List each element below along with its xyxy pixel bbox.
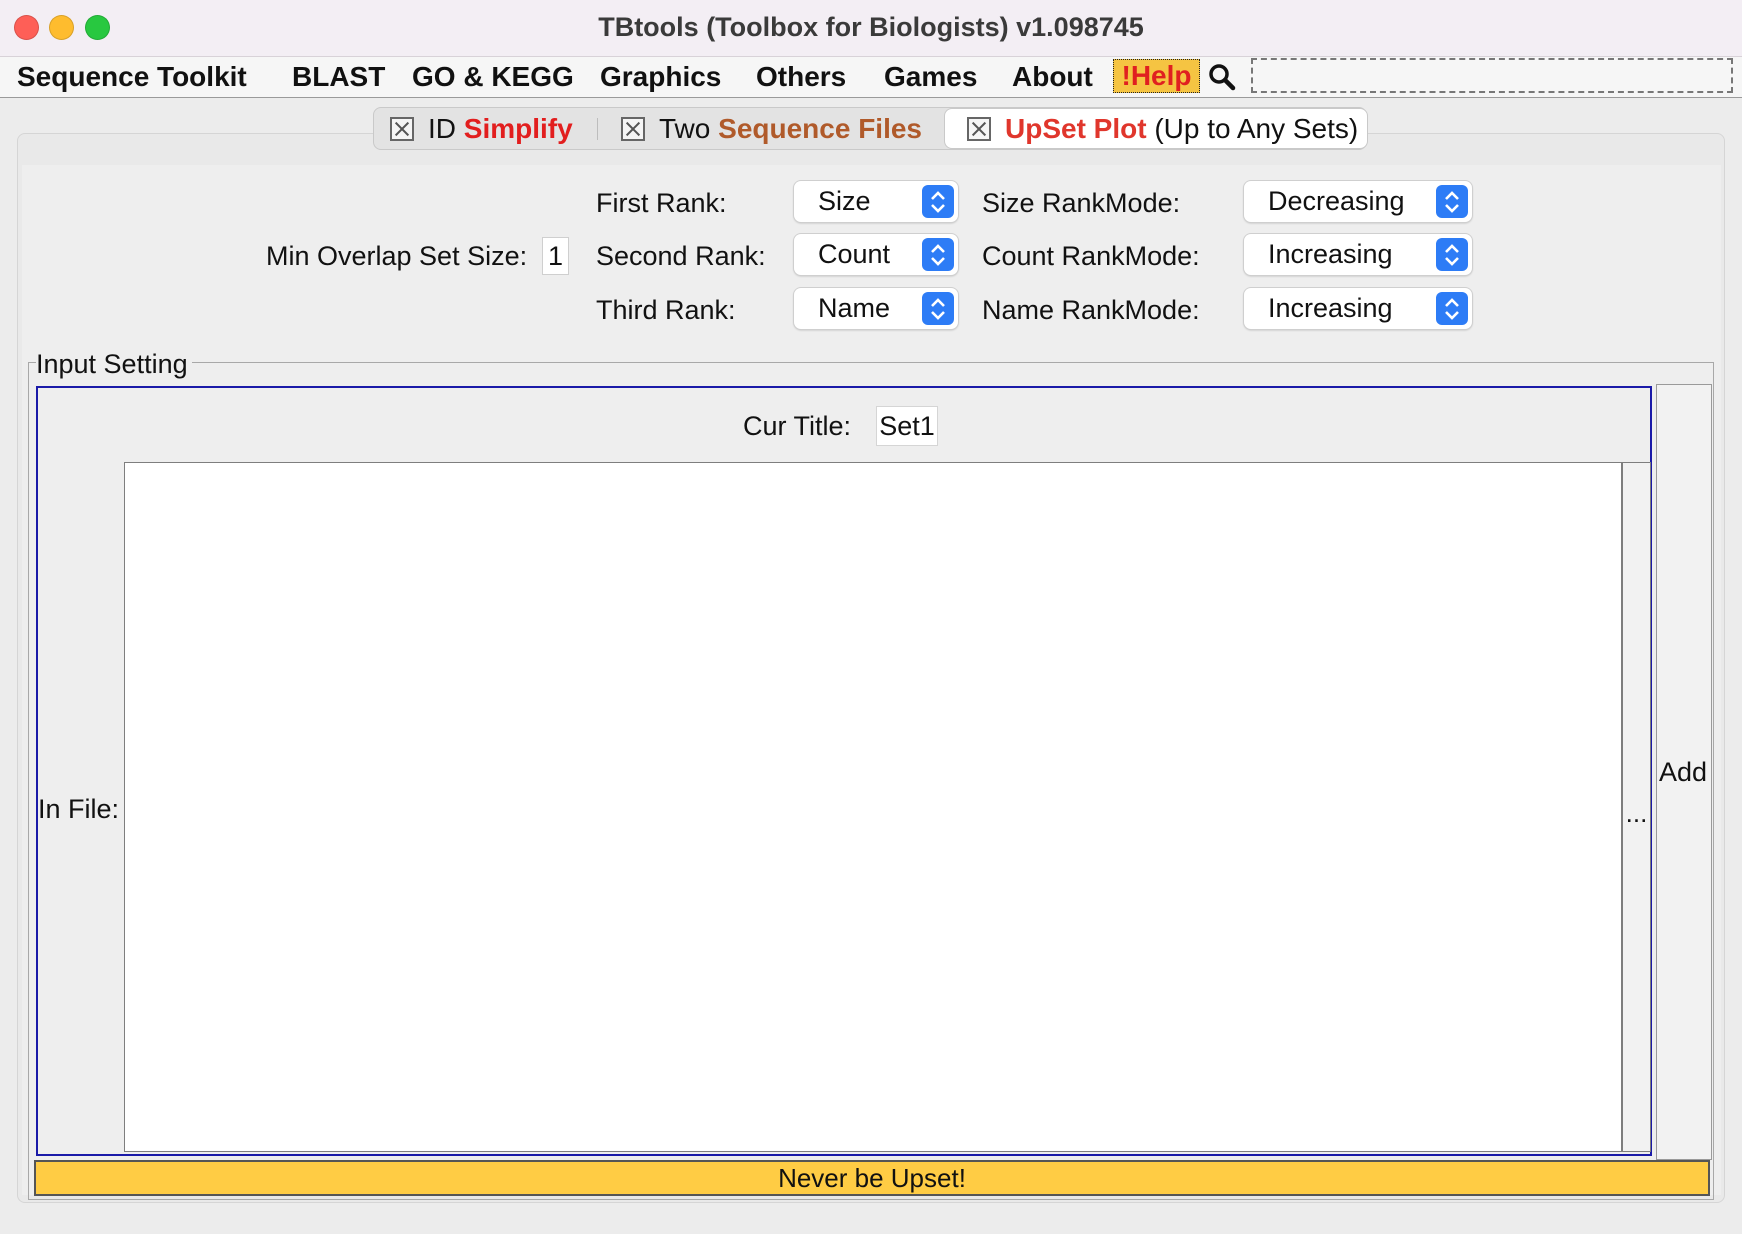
magnifier-icon[interactable]	[1208, 63, 1236, 91]
size-rankmode-value: Decreasing	[1268, 186, 1405, 216]
first-rank-label: First Rank:	[596, 188, 727, 218]
count-rankmode-value: Increasing	[1268, 239, 1393, 269]
title-bar: TBtools (Toolbox for Biologists) v1.0987…	[0, 0, 1742, 57]
tab-label: Two	[659, 112, 711, 144]
second-rank-select[interactable]: Count	[794, 234, 958, 275]
cur-title-input[interactable]: Set1	[876, 406, 938, 446]
second-rank-value: Count	[818, 239, 891, 269]
name-rankmode-value: Increasing	[1268, 293, 1393, 323]
tab-label-highlight: Sequence Files	[718, 112, 923, 144]
count-rankmode-label: Count RankMode:	[982, 241, 1200, 271]
close-tab-icon[interactable]	[967, 116, 991, 141]
third-rank-value: Name	[818, 293, 891, 323]
input-setting-title: Input Setting	[36, 349, 192, 380]
chevron-updown-icon	[922, 292, 954, 325]
tab-two-sequence-files[interactable]: Two Sequence Files	[621, 108, 922, 149]
search-input[interactable]	[1251, 58, 1733, 93]
chevron-updown-icon	[922, 185, 954, 218]
chevron-updown-icon	[1436, 292, 1468, 325]
first-rank-value: Size	[818, 186, 871, 216]
tab-label-highlight: Simplify	[463, 112, 573, 144]
status-bar: Never be Upset!	[34, 1160, 1710, 1196]
menu-blast[interactable]: BLAST	[292, 61, 385, 93]
in-file-textarea[interactable]	[124, 462, 1622, 1152]
menu-go-kegg[interactable]: GO & KEGG	[412, 61, 574, 93]
menu-sequence-toolkit[interactable]: Sequence Toolkit	[17, 61, 247, 93]
tab-label-highlight: UpSet Plot	[1005, 112, 1147, 144]
chevron-updown-icon	[1436, 238, 1468, 271]
browse-file-label: ...	[1625, 798, 1648, 828]
name-rankmode-label: Name RankMode:	[982, 295, 1200, 325]
tab-id-simplify[interactable]: ID Simplify	[390, 108, 573, 149]
tab-separator	[597, 118, 598, 140]
size-rankmode-label: Size RankMode:	[982, 188, 1181, 218]
menu-graphics[interactable]: Graphics	[600, 61, 721, 93]
cur-title-label: Cur Title:	[743, 411, 852, 441]
size-rankmode-select[interactable]: Decreasing	[1244, 181, 1472, 222]
chevron-updown-icon	[1436, 185, 1468, 218]
third-rank-label: Third Rank:	[596, 295, 736, 325]
chevron-updown-icon	[922, 238, 954, 271]
count-rankmode-select[interactable]: Increasing	[1244, 234, 1472, 275]
tab-bar: ID Simplify Two Sequence Files UpSet Plo…	[373, 107, 1368, 150]
first-rank-select[interactable]: Size	[794, 181, 958, 222]
menu-others[interactable]: Others	[756, 61, 846, 93]
min-overlap-label: Min Overlap Set Size:	[266, 241, 528, 271]
third-rank-select[interactable]: Name	[794, 288, 958, 329]
tab-upset-plot[interactable]: UpSet Plot (Up to Any Sets)	[944, 108, 1368, 149]
in-file-label: In File:	[38, 794, 120, 824]
second-rank-label: Second Rank:	[596, 241, 766, 271]
add-set-label: Add	[1659, 757, 1708, 787]
menu-games[interactable]: Games	[884, 61, 977, 93]
tab-label: ID	[428, 112, 456, 144]
name-rankmode-select[interactable]: Increasing	[1244, 288, 1472, 329]
window-title: TBtools (Toolbox for Biologists) v1.0987…	[598, 12, 1144, 42]
menu-about[interactable]: About	[1012, 61, 1093, 93]
close-tab-icon[interactable]	[390, 116, 414, 141]
menu-bar: Sequence Toolkit BLAST GO & KEGG Graphic…	[0, 57, 1742, 98]
close-tab-icon[interactable]	[621, 116, 645, 141]
min-overlap-input[interactable]: 1	[542, 237, 569, 275]
add-set-button[interactable]: Add	[1656, 384, 1712, 1160]
browse-file-button[interactable]: ...	[1622, 462, 1651, 1152]
menu-help[interactable]: !Help	[1113, 59, 1200, 93]
tab-label: (Up to Any Sets)	[1154, 112, 1359, 144]
